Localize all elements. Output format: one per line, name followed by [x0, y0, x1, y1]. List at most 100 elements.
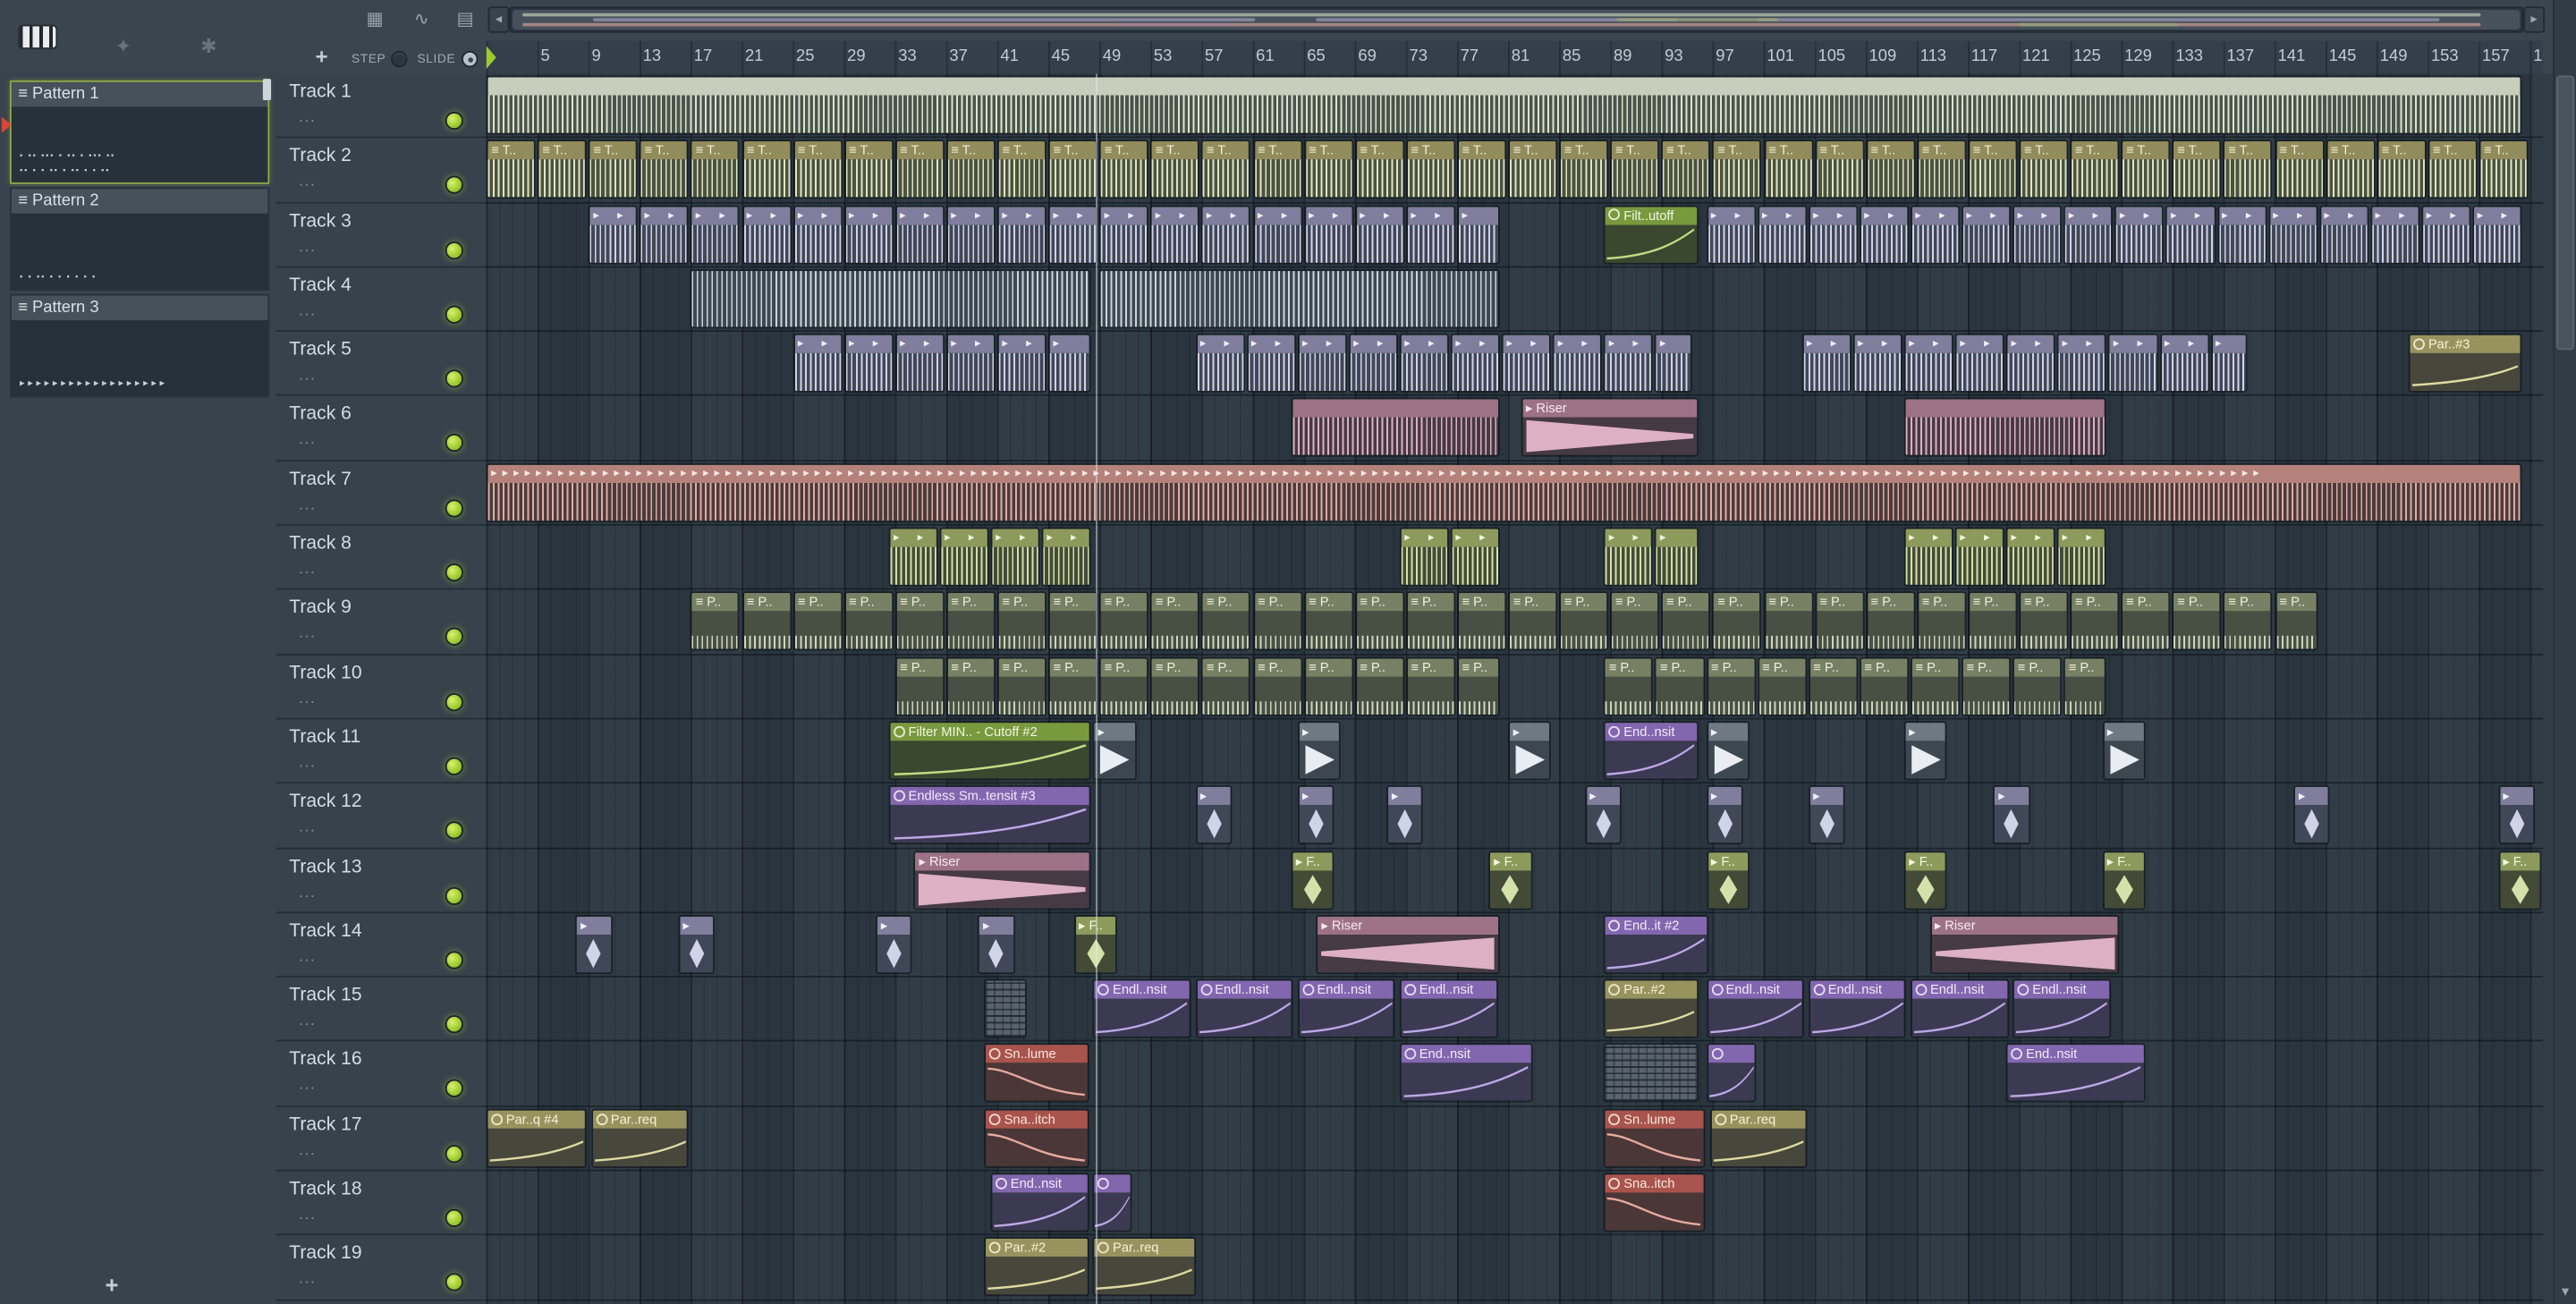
track-header-15[interactable]: Track 15...	[275, 978, 487, 1043]
clip-p[interactable]: ≡ P..	[843, 591, 894, 652]
mute-led[interactable]	[445, 1080, 463, 1098]
clip-riser[interactable]: ▸ Riser	[1521, 398, 1699, 458]
clip-endlesssmtensit#3[interactable]: Endless Sm..tensit #3	[888, 785, 1092, 845]
clip[interactable]: ▸▸	[2114, 204, 2165, 264]
clip[interactable]	[984, 978, 1028, 1039]
clip-endit#2[interactable]: End..it #2	[1604, 914, 1708, 974]
track-header-6[interactable]: Track 6...	[275, 397, 487, 461]
clip-t[interactable]: ≡ T..	[1763, 140, 1813, 199]
mute-led[interactable]	[445, 692, 463, 711]
clip-par#2[interactable]: Par..#2	[984, 1237, 1089, 1297]
add-pattern-button[interactable]: +	[106, 1272, 119, 1298]
clip-p[interactable]: ≡ P..	[1962, 656, 2012, 716]
clip[interactable]: ▸▸	[2165, 204, 2216, 264]
track-header-18[interactable]: Track 18...	[275, 1172, 487, 1236]
clip[interactable]: ▸▸	[1903, 334, 1954, 394]
clip-t[interactable]: ≡ T..	[2223, 140, 2274, 199]
clip[interactable]: ▸	[876, 914, 913, 974]
plugin-icon[interactable]: ✦	[115, 35, 131, 58]
clip[interactable]: ▸▸	[1099, 204, 1149, 264]
clip-p[interactable]: ≡ P..	[1865, 591, 1916, 652]
clip-t[interactable]: ≡ T..	[2428, 140, 2478, 199]
lane-15[interactable]: Endl..nsit Endl..nsit Endl..nsit Endl..nsit…	[486, 978, 2544, 1043]
clip-t[interactable]: ≡ T..	[792, 140, 843, 199]
clip-par#3[interactable]: Par..#3	[2408, 334, 2522, 394]
clip-riser[interactable]: ▸ Riser	[1316, 914, 1501, 974]
clip[interactable]: ▸▸	[792, 334, 843, 394]
clip-parreq[interactable]: Par..req	[1092, 1237, 1197, 1297]
piano-roll-icon[interactable]	[20, 26, 56, 48]
mute-led[interactable]	[445, 821, 463, 841]
clip[interactable]	[1291, 398, 1501, 458]
scroll-down-icon[interactable]: ▾	[2555, 1283, 2576, 1300]
clip-t[interactable]: ≡ T..	[2479, 140, 2529, 199]
clip-t[interactable]: ≡ T..	[691, 140, 741, 199]
track-header-11[interactable]: Track 11...	[275, 719, 487, 784]
clip[interactable]: ▸	[1706, 785, 1743, 845]
clip[interactable]: ▸▸	[945, 334, 996, 394]
clip[interactable]: ▸▸	[894, 334, 945, 394]
clip[interactable]: ▸▸	[1348, 334, 1398, 394]
clip-p[interactable]: ≡ P..	[894, 656, 945, 716]
clip-endlnsit[interactable]: Endl..nsit	[1195, 978, 1293, 1039]
clip-riser[interactable]: ▸ Riser	[1929, 914, 2120, 974]
clip[interactable]: ▸	[2102, 721, 2146, 781]
clip-f[interactable]: ▸ F..	[1706, 850, 1750, 910]
clip-p[interactable]: ≡ P..	[1047, 656, 1098, 716]
horizontal-scrollbar[interactable]	[509, 6, 2524, 33]
clip[interactable]: ▸	[1584, 785, 1622, 845]
clip[interactable]: ▸▸	[1047, 204, 1098, 264]
clip-parreq[interactable]: Par..req	[1709, 1108, 1807, 1168]
clip-p[interactable]: ≡ P..	[1757, 656, 1807, 716]
scroll-left-button[interactable]: ◂	[487, 6, 510, 33]
mute-led[interactable]	[445, 1144, 463, 1163]
clip[interactable]: ▸	[1456, 204, 1501, 264]
clip-p[interactable]: ≡ P..	[691, 591, 741, 652]
lane-17[interactable]: Par..q #4 Par..req Sna..itch Sn..lume Par..r…	[486, 1106, 2544, 1172]
clip-f[interactable]: ▸ F..	[2497, 850, 2541, 910]
mute-led[interactable]	[445, 1208, 463, 1228]
clip-p[interactable]: ≡ P..	[1303, 591, 1353, 652]
clip-endlnsit[interactable]: Endl..nsit	[1092, 978, 1191, 1039]
clip[interactable]: ▸▸	[843, 334, 894, 394]
clip-t[interactable]: ≡ T..	[1814, 140, 1865, 199]
spline-icon[interactable]: ∿	[414, 8, 429, 30]
clip-p[interactable]: ≡ P..	[996, 591, 1047, 652]
clip[interactable]: ▸	[1903, 721, 1947, 781]
vertical-scrollbar-thumb[interactable]	[2555, 75, 2575, 351]
vertical-scrollbar[interactable]: ▾	[2553, 0, 2576, 1304]
clip[interactable]: ▸▸	[2057, 334, 2107, 394]
clip-p[interactable]: ≡ P..	[1655, 656, 1705, 716]
clip[interactable]: ▸	[1195, 785, 1233, 845]
clip[interactable]: ▸	[2293, 785, 2331, 845]
clip[interactable]: ▸	[575, 914, 613, 974]
clip-endnsit[interactable]: End..nsit	[990, 1173, 1089, 1232]
clip-parreq[interactable]: Par..req	[590, 1108, 690, 1168]
clip-p[interactable]: ≡ P..	[2274, 591, 2318, 652]
clip-t[interactable]: ≡ T..	[741, 140, 792, 199]
clip[interactable]: ▸▸	[945, 204, 996, 264]
track-header-14[interactable]: Track 14...	[275, 913, 487, 978]
clip-p[interactable]: ≡ P..	[1252, 591, 1302, 652]
clip[interactable]	[1903, 398, 2107, 458]
clip[interactable]: ▸▸▸▸▸▸▸▸▸▸▸▸▸▸▸▸▸▸▸▸▸▸▸▸▸▸▸▸▸▸▸▸▸▸▸▸▸▸▸▸…	[486, 462, 2522, 522]
clip-t[interactable]: ≡ T..	[1968, 140, 2018, 199]
lane-13[interactable]: ▸ Riser ▸ F.. ▸ F.. ▸ F.. ▸ F.. ▸ F.. ▸ F..	[486, 849, 2544, 913]
clip[interactable]: ▸▸	[1501, 334, 1552, 394]
clip-parq#4[interactable]: Par..q #4	[486, 1108, 588, 1168]
mute-led[interactable]	[445, 951, 463, 970]
track-header-4[interactable]: Track 4...	[275, 267, 487, 333]
clip-p[interactable]: ≡ P..	[2172, 591, 2222, 652]
clip[interactable]: ▸▸	[2006, 334, 2056, 394]
clip[interactable]: ▸▸	[2216, 204, 2267, 264]
clip-p[interactable]: ≡ P..	[1706, 656, 1756, 716]
clip-p[interactable]: ≡ P..	[1559, 591, 1609, 652]
clip-riser[interactable]: ▸ Riser	[914, 850, 1092, 910]
track-header-17[interactable]: Track 17...	[275, 1106, 487, 1172]
clip-t[interactable]: ≡ T..	[1456, 140, 1507, 199]
clip[interactable]: ▸▸	[1954, 527, 2005, 587]
clip-t[interactable]: ≡ T..	[1047, 140, 1098, 199]
track-header-13[interactable]: Track 13...	[275, 849, 487, 913]
mute-led[interactable]	[445, 1015, 463, 1034]
clip[interactable]: ▸▸	[1706, 204, 1756, 264]
